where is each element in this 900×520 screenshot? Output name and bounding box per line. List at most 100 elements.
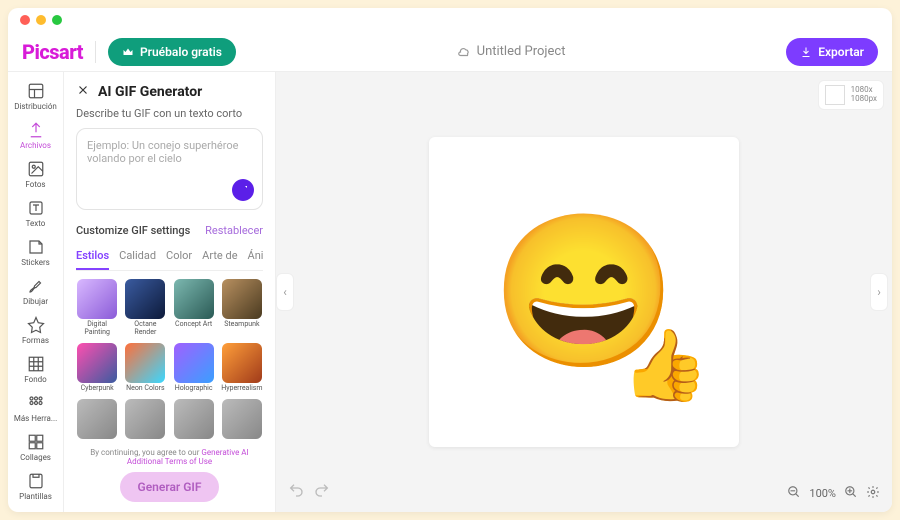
sidebar-label: Stickers	[21, 258, 50, 267]
window-titlebar	[8, 8, 892, 32]
sidebar-label: Distribución	[14, 102, 57, 111]
settings-icon[interactable]	[866, 485, 880, 502]
download-icon	[800, 46, 812, 58]
sidebar-item-upload[interactable]: Archivos	[8, 117, 63, 154]
tab-color[interactable]: Color	[166, 245, 192, 270]
style-option[interactable]: Hyperrealism	[221, 343, 263, 393]
sidebar-label: Dibujar	[23, 297, 48, 306]
style-option[interactable]: Digital Painting	[76, 279, 118, 337]
sidebar-label: Archivos	[20, 141, 51, 150]
image-icon	[27, 160, 45, 178]
cloud-icon	[457, 45, 471, 59]
left-sidebar: Distribución Archivos Fotos Texto Stickers Di…	[8, 72, 64, 512]
dimension-badge[interactable]: 1080x1080px	[818, 80, 884, 110]
sidebar-label: Formas	[22, 336, 49, 345]
collage-icon	[27, 433, 45, 451]
style-thumbnail	[174, 399, 214, 439]
generate-button[interactable]: Generar GIF	[120, 472, 220, 502]
window-max-dot[interactable]	[52, 15, 62, 25]
sidebar-item-series[interactable]: En Serie	[8, 507, 63, 512]
sidebar-label: Plantillas	[19, 492, 52, 501]
layout-icon	[27, 82, 45, 100]
sidebar-item-sticker[interactable]: Stickers	[8, 234, 63, 271]
tab-estilos[interactable]: Estilos	[76, 245, 109, 270]
style-label: Hyperrealism	[221, 385, 262, 393]
prompt-input[interactable]	[87, 139, 252, 189]
close-panel-icon[interactable]	[76, 82, 90, 101]
terms-text: By continuing, you agree to our Generati…	[76, 448, 263, 466]
collapse-left-handle[interactable]: ‹	[276, 273, 294, 311]
redo-icon[interactable]	[314, 482, 330, 502]
export-label: Exportar	[818, 45, 864, 59]
logo[interactable]: Picsart	[22, 40, 83, 64]
export-button[interactable]: Exportar	[786, 38, 878, 66]
style-option[interactable]: Octane Render	[124, 279, 166, 337]
artboard-swatch	[825, 85, 845, 105]
style-option[interactable]	[124, 399, 166, 442]
style-option[interactable]	[173, 399, 215, 442]
sidebar-label: Fondo	[24, 375, 46, 384]
sidebar-item-image[interactable]: Fotos	[8, 156, 63, 193]
prompt-box	[76, 128, 263, 210]
thumbs-up-image: 👍	[622, 325, 709, 407]
crown-icon	[122, 46, 134, 58]
magic-wand-button[interactable]	[232, 179, 254, 201]
gif-panel: AI GIF Generator Describe tu GIF con un …	[64, 72, 276, 512]
trial-button[interactable]: Pruébalo gratis	[108, 38, 236, 66]
sidebar-item-text[interactable]: Texto	[8, 195, 63, 232]
tab-calidad[interactable]: Calidad	[119, 245, 156, 270]
style-label: Digital Painting	[76, 321, 118, 336]
style-label: Cyberpunk	[81, 385, 114, 393]
tab-arte de[interactable]: Arte de	[202, 245, 237, 270]
template-icon	[27, 472, 45, 490]
zoom-controls: 100%	[787, 485, 880, 502]
zoom-in-icon[interactable]	[844, 485, 858, 502]
sticker-icon	[27, 238, 45, 256]
style-thumbnail	[77, 279, 117, 319]
style-thumbnail	[125, 343, 165, 383]
brush-icon	[27, 277, 45, 295]
window-close-dot[interactable]	[20, 15, 30, 25]
artboard[interactable]: 😄 👍	[429, 137, 739, 447]
style-label: Holographic	[175, 385, 213, 393]
reset-link[interactable]: Restablecer	[205, 224, 263, 237]
sidebar-item-brush[interactable]: Dibujar	[8, 273, 63, 310]
style-thumbnail	[77, 399, 117, 439]
style-option[interactable]: Cyberpunk	[76, 343, 118, 393]
grid-icon	[27, 355, 45, 373]
style-option[interactable]: Steampunk	[221, 279, 263, 337]
style-thumbnail	[222, 399, 262, 439]
sidebar-item-grid[interactable]: Fondo	[8, 351, 63, 388]
style-label: Steampunk	[224, 321, 259, 329]
zoom-out-icon[interactable]	[787, 485, 801, 502]
style-tabs: Estilos Calidad Color Arte de Áni	[76, 245, 263, 271]
style-option[interactable]: Neon Colors	[124, 343, 166, 393]
sidebar-item-template[interactable]: Plantillas	[8, 468, 63, 505]
panel-title: AI GIF Generator	[98, 84, 202, 100]
style-option[interactable]: Concept Art	[173, 279, 215, 337]
style-option[interactable]	[76, 399, 118, 442]
trial-label: Pruébalo gratis	[140, 45, 222, 59]
sidebar-label: Fotos	[25, 180, 45, 189]
project-name[interactable]: Untitled Project	[236, 44, 786, 59]
sidebar-item-layout[interactable]: Distribución	[8, 78, 63, 115]
sidebar-item-collage[interactable]: Collages	[8, 429, 63, 466]
text-icon	[27, 199, 45, 217]
sidebar-item-apps[interactable]: Más Herra...	[8, 390, 63, 427]
series-icon	[27, 511, 45, 512]
style-thumbnail	[174, 279, 214, 319]
style-thumbnail	[174, 343, 214, 383]
undo-icon[interactable]	[288, 482, 304, 502]
customize-label: Customize GIF settings	[76, 224, 190, 237]
sidebar-item-star[interactable]: Formas	[8, 312, 63, 349]
tab-áni[interactable]: Áni	[248, 245, 263, 270]
style-label: Neon Colors	[126, 385, 165, 393]
zoom-value: 100%	[809, 487, 836, 500]
style-option[interactable]: Holographic	[173, 343, 215, 393]
collapse-right-handle[interactable]: ›	[870, 273, 888, 311]
style-option[interactable]	[221, 399, 263, 442]
star-icon	[27, 316, 45, 334]
style-thumbnail	[77, 343, 117, 383]
window-min-dot[interactable]	[36, 15, 46, 25]
style-thumbnail	[125, 279, 165, 319]
